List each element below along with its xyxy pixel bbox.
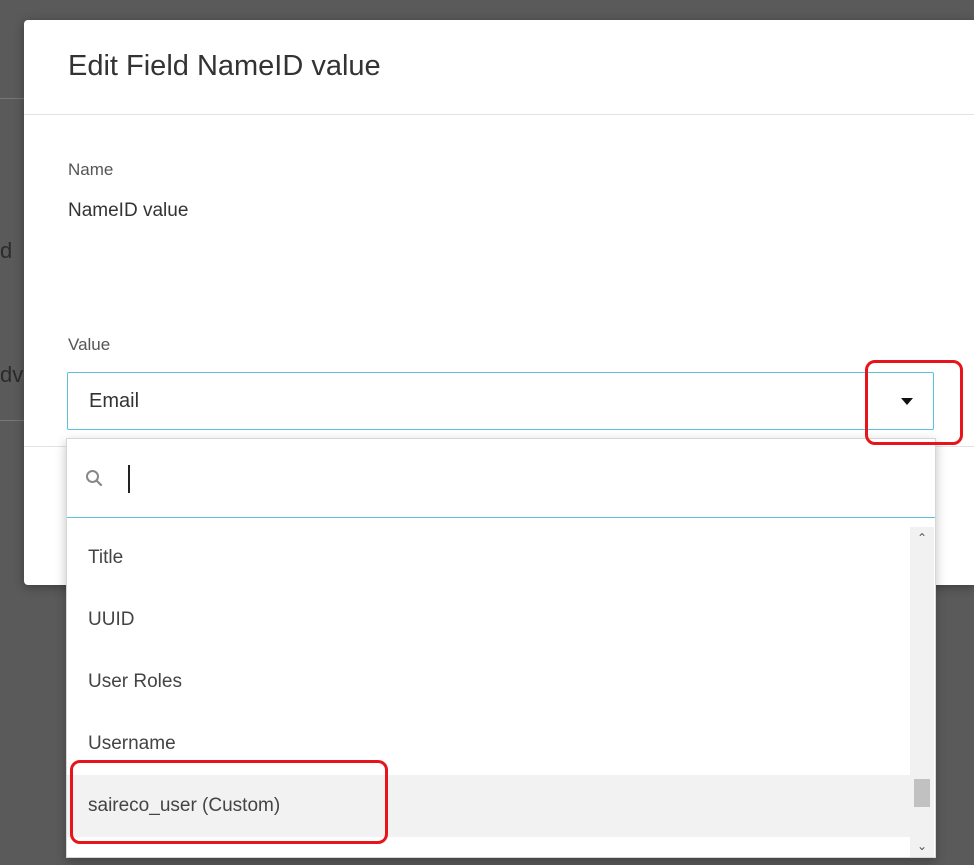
name-value: NameID value bbox=[68, 200, 189, 221]
chevron-up-icon[interactable]: ⌃ bbox=[910, 529, 934, 547]
dropdown-scrollbar[interactable]: ⌃ ⌄ bbox=[910, 527, 934, 857]
background-divider bbox=[0, 98, 24, 99]
modal-title: Edit Field NameID value bbox=[68, 50, 381, 82]
name-label: Name bbox=[68, 160, 114, 179]
select-selected-value: Email bbox=[89, 390, 140, 412]
dropdown-option-uuid[interactable]: UUID bbox=[67, 589, 910, 651]
dropdown-search bbox=[67, 439, 935, 518]
annotation-highlight-arrow bbox=[865, 360, 963, 445]
dropdown-search-input[interactable] bbox=[119, 463, 903, 495]
value-label: Value bbox=[68, 335, 111, 354]
search-icon bbox=[86, 470, 103, 487]
value-select[interactable]: Email bbox=[67, 372, 934, 430]
background-text-fragment: dv bbox=[0, 362, 24, 387]
scrollbar-thumb[interactable] bbox=[914, 779, 930, 807]
annotation-highlight-option bbox=[70, 760, 388, 844]
background-divider bbox=[0, 420, 24, 421]
background-text-fragment: d bbox=[0, 238, 13, 263]
text-cursor bbox=[128, 465, 130, 493]
dropdown-option-title[interactable]: Title bbox=[67, 527, 910, 589]
modal-header: Edit Field NameID value bbox=[24, 20, 974, 115]
chevron-down-icon[interactable]: ⌄ bbox=[910, 837, 934, 855]
dropdown-option-user-roles[interactable]: User Roles bbox=[67, 651, 910, 713]
